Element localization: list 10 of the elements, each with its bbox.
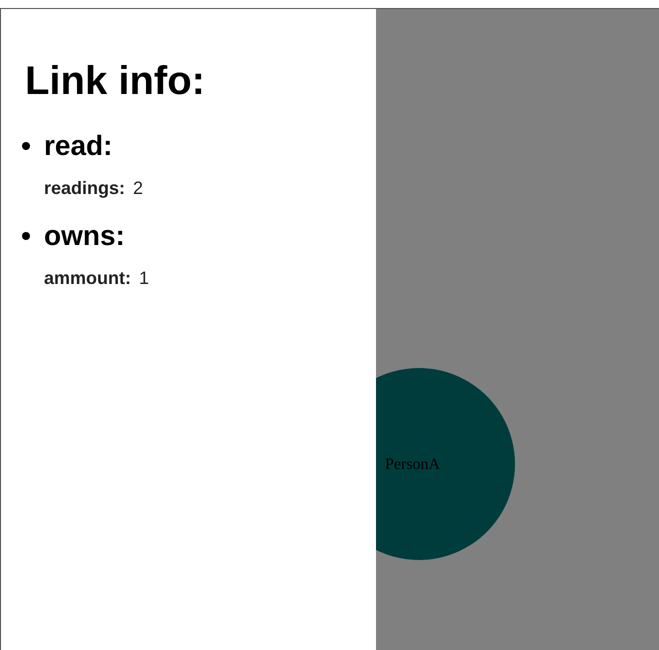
field-value: 2: [133, 177, 144, 199]
section-title: owns:: [44, 219, 125, 253]
node-label: PersonA: [385, 456, 440, 473]
section-title: read:: [44, 129, 112, 163]
panel-title: Link info:: [25, 59, 206, 103]
field-value: 1: [139, 267, 150, 289]
bullet-icon: [22, 232, 30, 240]
bullet-icon: [22, 142, 30, 150]
field-label: ammount:: [44, 267, 131, 289]
field-label: readings:: [44, 177, 126, 199]
